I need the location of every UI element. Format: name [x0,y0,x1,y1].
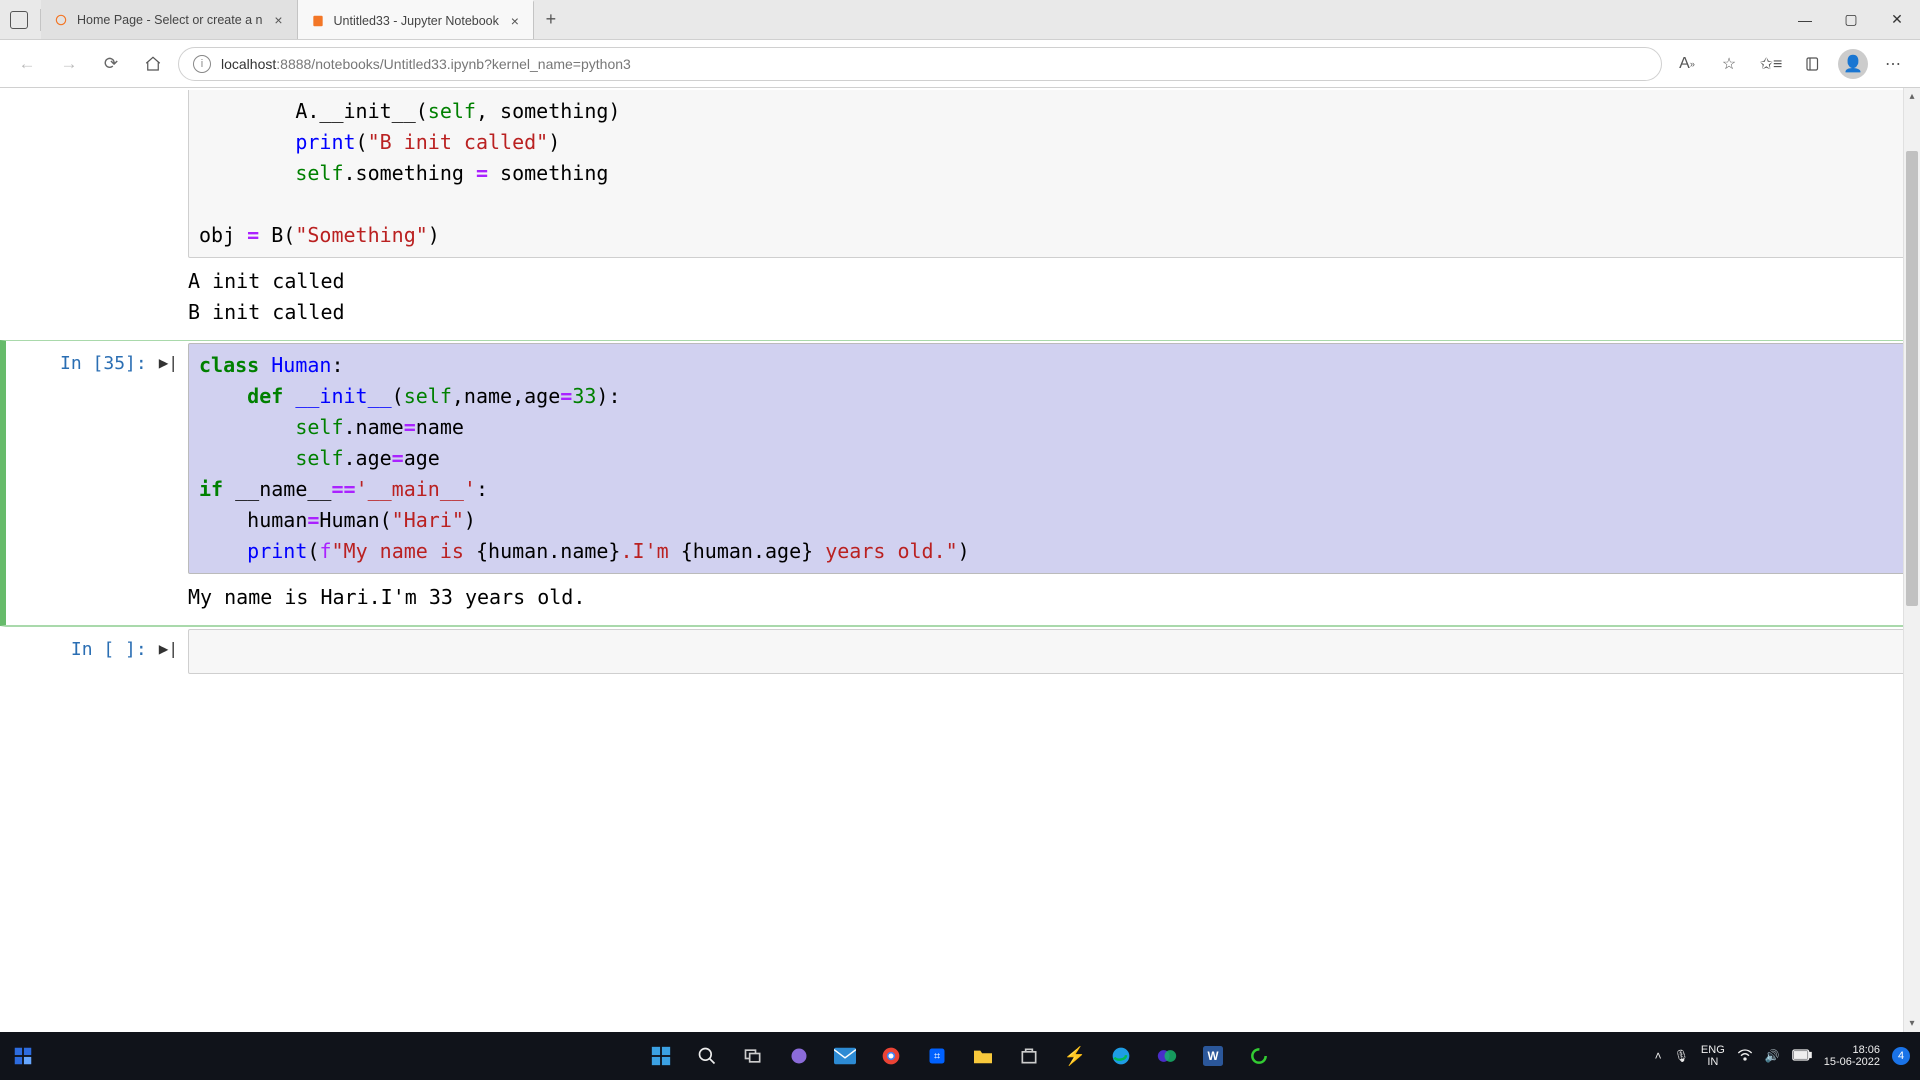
code-input-area[interactable]: class Human: def __init__(self,name,age=… [188,343,1912,574]
back-button[interactable]: ← [10,47,44,81]
favorite-icon[interactable]: ☆ [1712,47,1746,81]
profile-avatar[interactable]: 👤 [1838,49,1868,79]
more-menu-icon[interactable]: ⋯ [1876,47,1910,81]
battery-icon[interactable] [1792,1049,1812,1064]
maximize-button[interactable]: ▢ [1828,0,1874,39]
collections-icon[interactable] [1796,47,1830,81]
cell-prompt: In [35]: ▶| [6,343,188,623]
scroll-track[interactable] [1904,105,1920,1015]
svg-text:W: W [1207,1050,1218,1063]
prompt-label: In [35]: [60,353,147,374]
svg-text:⌗: ⌗ [934,1050,940,1062]
minimize-button[interactable]: — [1782,0,1828,39]
close-tab-icon[interactable]: × [507,13,523,29]
chrome-icon[interactable] [877,1042,905,1070]
chat-icon[interactable] [785,1042,813,1070]
run-cell-icon[interactable]: ▶| [159,639,178,658]
edge-icon[interactable] [1107,1042,1135,1070]
browser-titlebar: Home Page - Select or create a n × Untit… [0,0,1920,40]
volume-icon[interactable]: 🔊 [1765,1049,1780,1063]
new-tab-button[interactable]: + [534,0,568,39]
tray-chevron-icon[interactable]: ˄ [1655,1049,1662,1063]
forward-button[interactable]: → [52,47,86,81]
file-explorer-icon[interactable] [969,1042,997,1070]
favorites-bar-icon[interactable]: ✩≡ [1754,47,1788,81]
tab-actions-icon[interactable] [10,11,28,29]
cell-prompt [6,90,188,338]
tab-strip: Home Page - Select or create a n × Untit… [0,0,568,39]
bolt-icon[interactable]: ⚡ [1061,1042,1089,1070]
widgets-icon[interactable] [8,1041,38,1071]
read-aloud-icon[interactable]: A» [1670,47,1704,81]
scroll-up-icon[interactable]: ▴ [1904,88,1920,105]
webex-icon[interactable] [1153,1042,1181,1070]
start-icon[interactable] [647,1042,675,1070]
tab-home-page[interactable]: Home Page - Select or create a n × [41,0,298,39]
windows-taskbar: ⌗ ⚡ W ˄ 🎙 ENG IN 🔊 [0,1032,1920,1080]
home-button[interactable] [136,47,170,81]
code-input-area[interactable] [188,629,1912,674]
language-indicator[interactable]: ENG IN [1701,1044,1725,1068]
vertical-scrollbar[interactable]: ▴ ▾ [1903,88,1920,1032]
code-cell-partial[interactable]: A.__init__(self, something) print("B ini… [0,88,1920,340]
mail-icon[interactable] [831,1042,859,1070]
wifi-icon[interactable] [1737,1048,1753,1065]
code-cell-35[interactable]: In [35]: ▶| class Human: def __init__(se… [0,340,1920,626]
taskbar-tray: ˄ 🎙 ENG IN 🔊 18:06 15-06-2022 4 [1655,1044,1920,1068]
close-tab-icon[interactable]: × [271,12,287,28]
search-icon[interactable] [693,1042,721,1070]
browser-toolbar: ← → ⟳ i localhost:8888/notebooks/Untitle… [0,40,1920,88]
spinner-icon[interactable] [1245,1042,1273,1070]
jupyter-notebook-icon [310,13,326,29]
notifications-badge[interactable]: 4 [1892,1047,1910,1065]
tab-title: Home Page - Select or create a n [77,13,263,27]
scroll-thumb[interactable] [1906,151,1918,606]
tray-mic-icon[interactable]: 🎙 [1674,1049,1689,1063]
prompt-label: In [ ]: [71,639,147,660]
notebook-container[interactable]: A.__init__(self, something) print("B ini… [0,88,1920,1032]
run-cell-icon[interactable]: ▶| [159,353,178,372]
cell-prompt: In [ ]: ▶| [6,629,188,674]
window-controls: — ▢ ✕ [1782,0,1920,39]
taskbar-center: ⌗ ⚡ W [647,1042,1273,1070]
clock[interactable]: 18:06 15-06-2022 [1824,1044,1880,1068]
tab-title: Untitled33 - Jupyter Notebook [334,14,499,28]
tab-untitled33[interactable]: Untitled33 - Jupyter Notebook × [298,0,534,39]
code-input-area[interactable]: A.__init__(self, something) print("B ini… [188,90,1912,258]
jupyter-home-icon [53,12,69,28]
code-cell-empty[interactable]: In [ ]: ▶| [0,626,1920,676]
scroll-down-icon[interactable]: ▾ [1904,1015,1920,1032]
word-icon[interactable]: W [1199,1042,1227,1070]
store-icon[interactable] [1015,1042,1043,1070]
site-info-icon[interactable]: i [193,55,211,73]
refresh-button[interactable]: ⟳ [94,47,128,81]
url-text: localhost:8888/notebooks/Untitled33.ipyn… [221,56,631,72]
task-view-icon[interactable] [739,1042,767,1070]
close-window-button[interactable]: ✕ [1874,0,1920,39]
cell-output: My name is Hari.I'm 33 years old. [188,574,1912,623]
address-bar[interactable]: i localhost:8888/notebooks/Untitled33.ip… [178,47,1662,81]
dropbox-icon[interactable]: ⌗ [923,1042,951,1070]
page-content: A.__init__(self, something) print("B ini… [0,88,1920,1032]
cell-output: A init called B init called [188,258,1912,338]
